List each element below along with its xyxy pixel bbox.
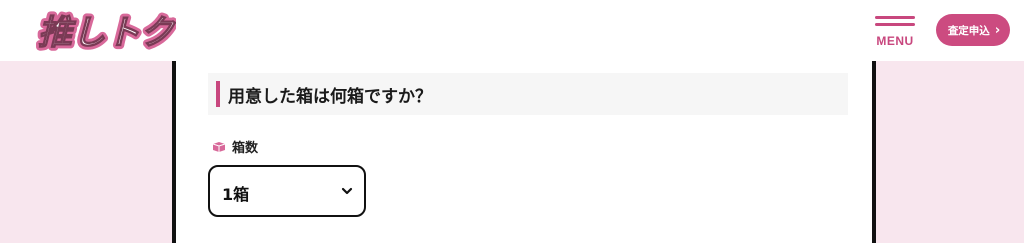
box-count-selected-value: 1箱 — [222, 185, 250, 204]
apply-appraisal-label: 査定申込 — [947, 24, 990, 37]
chevron-right-icon: › — [994, 22, 1001, 38]
menu-button[interactable]: MENU — [872, 14, 918, 50]
question-heading: 用意した箱は何箱ですか？ — [208, 73, 848, 115]
box-count-label: 箱数 — [212, 137, 258, 156]
heading-accent-bar — [216, 81, 220, 107]
form-panel: 用意した箱は何箱ですか？ 箱数 1箱 — [172, 61, 876, 243]
site-logo[interactable]: 推しトク 推しトク — [36, 6, 176, 58]
svg-text:推しトク: 推しトク — [38, 13, 176, 53]
box-count-select[interactable]: 1箱 — [208, 165, 366, 217]
hamburger-icon — [875, 16, 915, 19]
menu-label: MENU — [876, 34, 914, 48]
box-count-label-text: 箱数 — [232, 141, 259, 156]
chevron-down-icon — [341, 187, 353, 195]
hamburger-icon-bar — [875, 23, 915, 26]
question-title: 用意した箱は何箱ですか？ — [228, 87, 432, 107]
box-icon — [212, 141, 226, 152]
apply-appraisal-button[interactable]: 査定申込 › — [936, 14, 1010, 46]
site-header: 推しトク 推しトク MENU 査定申込 › — [0, 0, 1024, 61]
